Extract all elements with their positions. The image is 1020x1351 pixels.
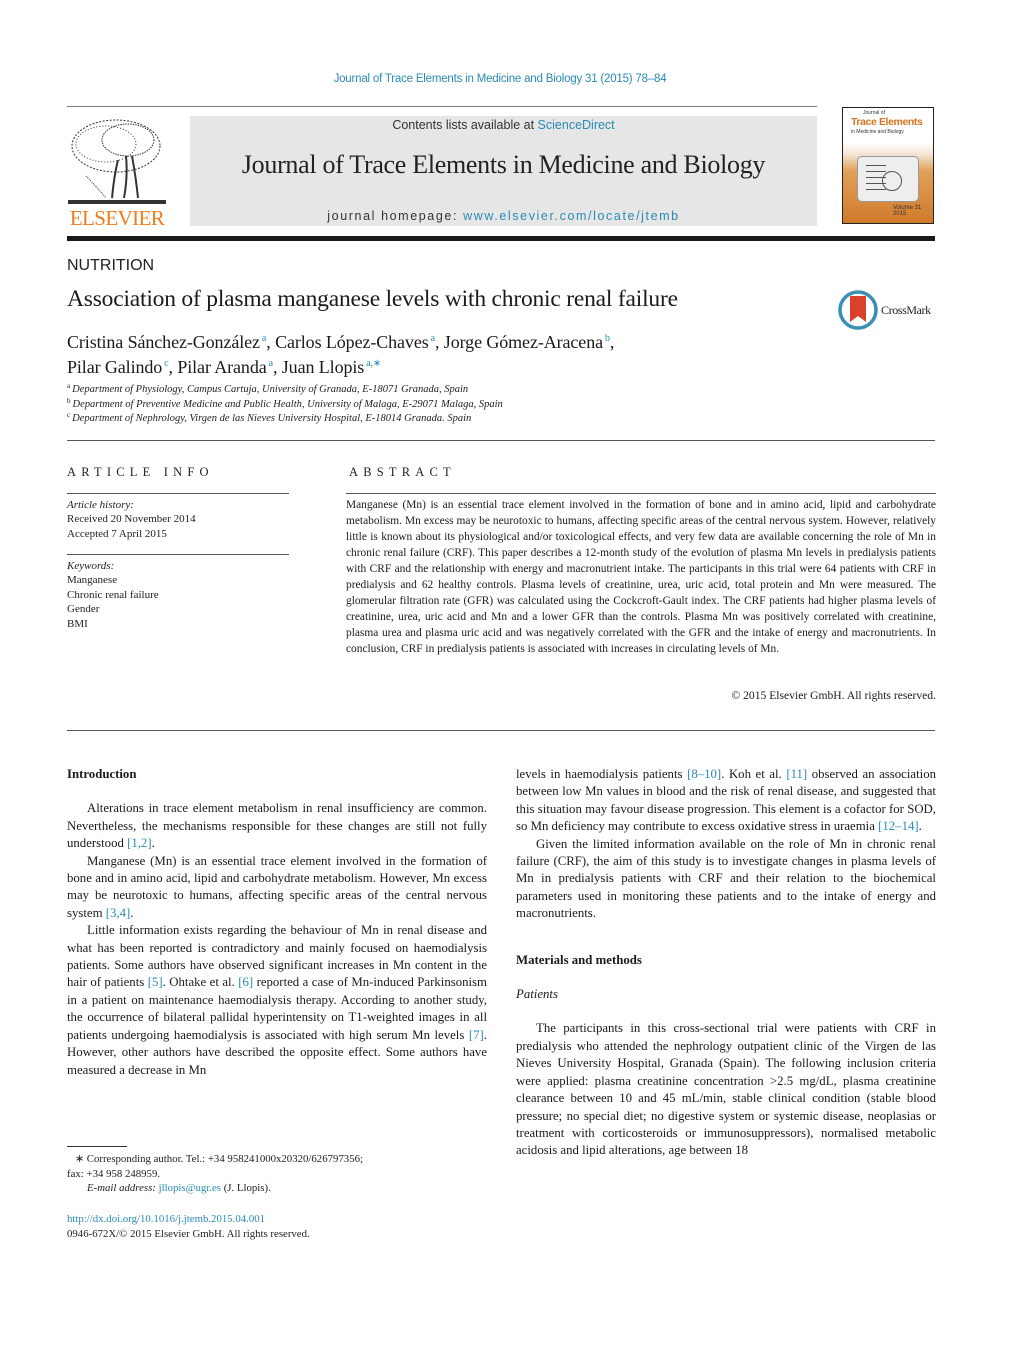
author-line-1: Cristina Sánchez-González a, Carlos López… [67, 328, 827, 353]
journal-banner: Contents lists available at ScienceDirec… [190, 116, 817, 226]
affiliation-b: b Department of Preventive Medicine and P… [67, 397, 503, 410]
paragraph: Alterations in trace element metabolism … [67, 801, 487, 851]
abstract-heading: ABSTRACT [349, 465, 456, 479]
cover-title: Trace Elements [851, 116, 923, 128]
affiliation-key: a [67, 382, 71, 390]
citation-link[interactable]: [1,2] [127, 836, 152, 850]
contents-prefix: Contents lists available at [392, 118, 538, 132]
homepage-line: journal homepage: www.elsevier.com/locat… [190, 209, 817, 223]
top-rule [67, 106, 817, 107]
author-separator: , [272, 357, 282, 377]
paragraph: Manganese (Mn) is an essential trace ele… [67, 853, 487, 920]
citation-link[interactable]: [7] [469, 1028, 484, 1042]
issn-line: 0946-672X/© 2015 Elsevier GmbH. All righ… [67, 1227, 310, 1240]
contents-line: Contents lists available at ScienceDirec… [190, 118, 817, 132]
citation-link[interactable]: [5] [148, 975, 163, 989]
running-head[interactable]: Journal of Trace Elements in Medicine an… [0, 73, 1000, 85]
author-line-2: Pilar Galindo c, Pilar Aranda a, Juan Llop… [67, 353, 827, 378]
keywords-block: Keywords: Manganese Chronic renal failur… [67, 559, 159, 631]
author-separator: , [609, 332, 615, 352]
paragraph: Given the limited information available … [516, 836, 936, 921]
email-label: E-mail address: [87, 1182, 159, 1194]
footnote-line: ∗ Corresponding author. Tel.: +34 958241… [75, 1153, 363, 1165]
affiliation-text: Department of Nephrology, Virgen de las … [72, 413, 472, 424]
affiliation-key: b [67, 397, 71, 405]
affiliation-text: Department of Preventive Medicine and Pu… [72, 399, 503, 410]
divider [67, 554, 289, 555]
citation-link[interactable]: [6] [238, 975, 253, 989]
author-list: Cristina Sánchez-González a, Carlos López… [67, 328, 827, 378]
author-name[interactable]: Pilar Galindo [67, 357, 162, 377]
divider [346, 493, 936, 494]
homepage-link[interactable]: www.elsevier.com/locate/jtemb [463, 209, 680, 223]
corresponding-author-footnote: ∗ Corresponding author. Tel.: +34 958241… [67, 1152, 487, 1196]
author-separator: , [266, 332, 276, 352]
citation-link[interactable]: [12–14] [878, 819, 919, 833]
keyword: BMI [67, 617, 88, 630]
author-name[interactable]: Carlos López-Chaves [275, 332, 429, 352]
homepage-prefix: journal homepage: [327, 209, 464, 223]
affiliation-a: a Department of Physiology, Campus Cartuj… [67, 382, 468, 395]
sciencedirect-link[interactable]: ScienceDirect [538, 118, 615, 132]
author-name[interactable]: Pilar Aranda [177, 357, 266, 377]
cover-foot: Volume 31 · 2015 [893, 205, 926, 217]
keyword: Gender [67, 603, 100, 616]
email-line: E-mail address: jllopis@ugr.es (J. Llopi… [67, 1181, 487, 1196]
author-name[interactable]: Cristina Sánchez-González [67, 332, 260, 352]
article-info-heading: ARTICLE INFO [67, 465, 214, 479]
abstract-text: Manganese (Mn) is an essential trace ele… [346, 499, 936, 655]
body-left-column: Introduction Alterations in trace elemen… [67, 766, 487, 1079]
history-label: Article history: [67, 499, 134, 511]
keywords-label: Keywords: [67, 560, 115, 572]
doi-block: http://dx.doi.org/10.1016/j.jtemb.2015.0… [67, 1212, 310, 1241]
keyword: Chronic renal failure [67, 588, 159, 601]
citation-link[interactable]: [3,4] [106, 906, 131, 920]
email-suffix: (J. Llopis). [221, 1182, 271, 1194]
introduction-heading: Introduction [67, 767, 137, 781]
journal-cover-thumbnail[interactable]: Journal of Trace Elements in Medicine an… [842, 107, 934, 224]
email-link[interactable]: jllopis@ugr.es [159, 1182, 221, 1194]
divider [67, 730, 935, 731]
affiliation-text: Department of Physiology, Campus Cartuja… [72, 384, 469, 395]
paragraph: levels in haemodialysis patients [8–10].… [516, 767, 936, 834]
paragraph: The participants in this cross-sectional… [516, 1021, 936, 1158]
accepted-date: Accepted 7 April 2015 [67, 527, 167, 540]
article-history: Article history: Received 20 November 20… [67, 498, 196, 541]
abstract-copyright: © 2015 Elsevier GmbH. All rights reserve… [731, 689, 936, 702]
citation-link[interactable]: [8–10] [687, 767, 721, 781]
divider [67, 440, 935, 441]
publisher-name: ELSEVIER [69, 206, 165, 230]
crossmark-button[interactable]: CrossMark [838, 290, 938, 330]
doi-link[interactable]: http://dx.doi.org/10.1016/j.jtemb.2015.0… [67, 1213, 265, 1225]
citation-link[interactable]: [11] [786, 767, 807, 781]
article-title: Association of plasma manganese levels w… [67, 286, 678, 312]
paragraph: Little information exists regarding the … [67, 923, 487, 1077]
cover-subtitle: in Medicine and Biology [851, 129, 904, 135]
footnote-line: fax: +34 958 248959. [67, 1167, 161, 1180]
divider [67, 493, 289, 494]
author-name[interactable]: Jorge Gómez-Aracena [444, 332, 603, 352]
affiliation-key: c [67, 411, 71, 419]
section-label: NUTRITION [67, 257, 155, 274]
crossmark-icon [838, 290, 878, 330]
author-separator: , [434, 332, 444, 352]
crossmark-label: CrossMark [881, 303, 931, 317]
patients-subheading: Patients [516, 987, 558, 1002]
affiliation-marker[interactable]: a,∗ [366, 358, 381, 369]
journal-title: Journal of Trace Elements in Medicine an… [241, 150, 766, 179]
received-date: Received 20 November 2014 [67, 513, 196, 526]
header-thick-rule [67, 236, 935, 241]
body-right-column: levels in haemodialysis patients [8–10].… [516, 766, 936, 1160]
keyword: Manganese [67, 574, 118, 587]
author-name[interactable]: Juan Llopis [282, 357, 365, 377]
methods-heading: Materials and methods [516, 952, 642, 967]
footnote-rule [67, 1146, 127, 1147]
affiliation-c: c Department of Nephrology, Virgen de las… [67, 411, 471, 424]
cover-figure [857, 156, 919, 202]
